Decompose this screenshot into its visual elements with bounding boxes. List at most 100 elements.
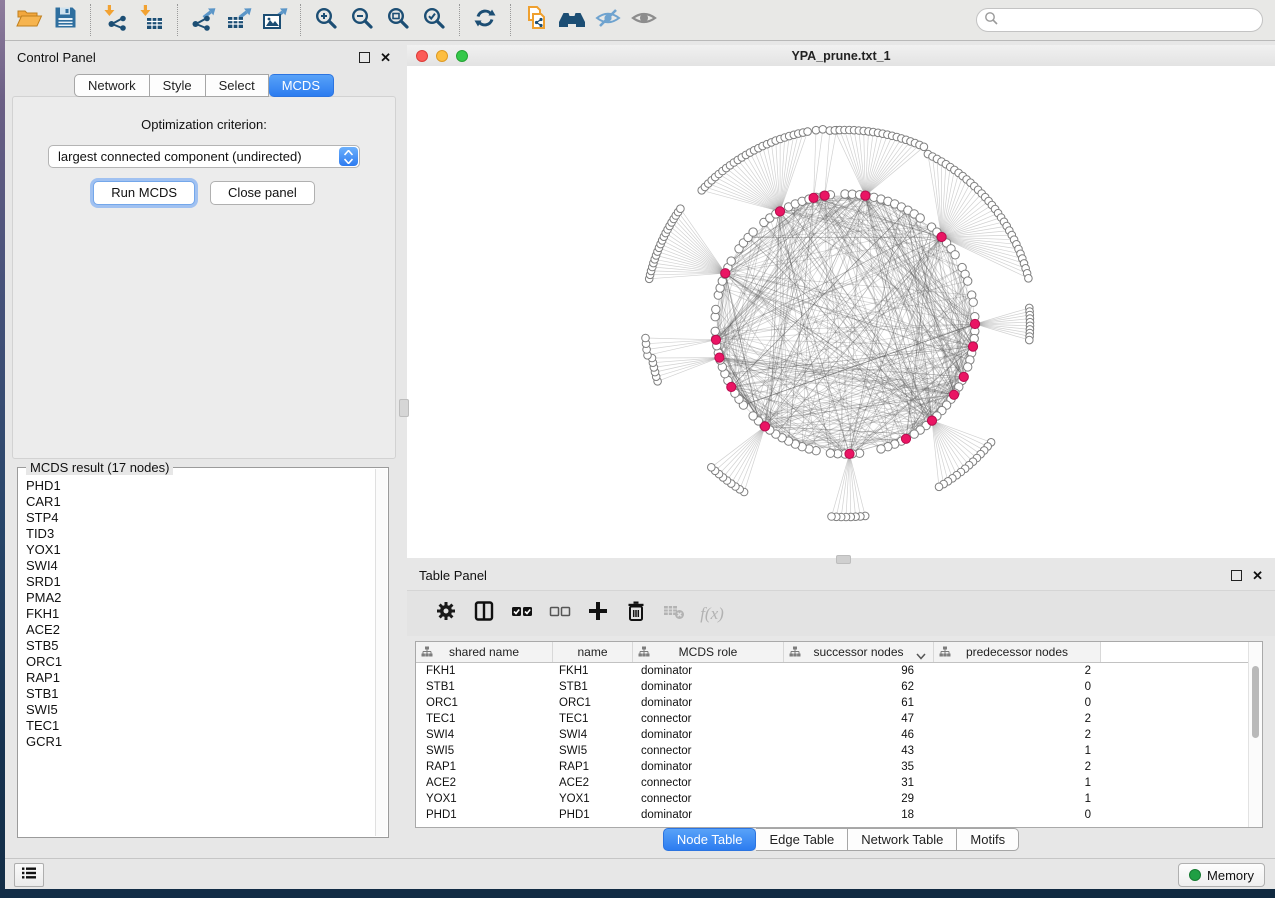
graph-node[interactable] [804,128,812,136]
graph-node[interactable] [964,277,972,285]
graph-node[interactable] [964,363,972,371]
table-row[interactable]: STB1STB1dominator620 [416,679,1262,695]
graph-node[interactable] [969,298,977,306]
scrollbar-thumb[interactable] [1252,666,1259,738]
run-mcds-button[interactable]: Run MCDS [93,181,195,205]
graph-hub-node[interactable] [901,434,910,443]
list-item[interactable]: SWI4 [26,558,375,574]
list-item[interactable]: ORC1 [26,654,375,670]
import-network-button[interactable] [98,3,134,37]
open-file-button[interactable] [11,3,47,37]
graph-hub-node[interactable] [809,193,818,202]
zoom-in-button[interactable] [308,3,344,37]
column-header-name[interactable]: name [553,642,633,662]
list-item[interactable]: RAP1 [26,670,375,686]
table-row[interactable]: SWI5SWI5connector431 [416,743,1262,759]
graph-node[interactable] [920,143,928,151]
table-row[interactable]: TEC1TEC1connector472 [416,711,1262,727]
table-row[interactable]: SWI4SWI4dominator462 [416,727,1262,743]
search-input[interactable] [976,8,1263,32]
network-graph[interactable] [407,66,1275,558]
hide-selected-button[interactable] [590,3,626,37]
column-header-mcds-role[interactable]: MCDS role [633,642,784,662]
chevron-down-icon[interactable] [916,649,926,663]
mcds-list-scrollbar[interactable] [375,469,387,836]
graph-hub-node[interactable] [721,269,730,278]
graph-node[interactable] [708,464,716,472]
find-neighbors-button[interactable] [554,3,590,37]
table-row[interactable]: ORC1ORC1dominator610 [416,695,1262,711]
column-header-successor-nodes[interactable]: successor nodes [784,642,934,662]
list-item[interactable]: GCR1 [26,734,375,750]
graph-node[interactable] [642,334,650,342]
tab-node-table[interactable]: Node Table [663,828,757,851]
graph-hub-node[interactable] [937,232,946,241]
graph-hub-node[interactable] [711,335,720,344]
graph-node[interactable] [1025,275,1033,283]
list-item[interactable]: SWI5 [26,702,375,718]
zoom-fit-button[interactable] [380,3,416,37]
table-row[interactable]: PHD1PHD1dominator180 [416,807,1262,823]
import-table-button[interactable] [134,3,170,37]
tab-style[interactable]: Style [150,74,206,97]
list-item[interactable]: PHD1 [26,478,375,494]
list-item[interactable]: TEC1 [26,718,375,734]
export-network-button[interactable] [185,3,221,37]
tab-network-table[interactable]: Network Table [848,828,957,851]
graph-node[interactable] [828,513,836,521]
list-item[interactable]: CAR1 [26,494,375,510]
task-list-button[interactable] [14,863,44,887]
toggle-panes-button[interactable] [465,596,503,632]
delete-button[interactable] [617,596,655,632]
zoom-out-button[interactable] [344,3,380,37]
search-field[interactable] [1003,12,1262,28]
graph-hub-node[interactable] [927,416,936,425]
graph-hub-node[interactable] [760,422,769,431]
table-row[interactable]: RAP1RAP1dominator352 [416,759,1262,775]
graph-hub-node[interactable] [949,390,958,399]
tab-mcds[interactable]: MCDS [269,74,334,97]
graph-hub-node[interactable] [715,353,724,362]
tab-edge-table[interactable]: Edge Table [756,828,848,851]
graph-node[interactable] [826,449,834,457]
graph-hub-node[interactable] [970,319,979,328]
column-header-predecessor-nodes[interactable]: predecessor nodes [934,642,1101,662]
vertical-splitter-handle[interactable] [399,399,409,417]
list-item[interactable]: STB1 [26,686,375,702]
tab-motifs[interactable]: Motifs [957,828,1019,851]
deselect-all-button[interactable] [541,596,579,632]
graph-node[interactable] [727,257,735,265]
list-item[interactable]: STP4 [26,510,375,526]
table-row[interactable]: YOX1YOX1connector291 [416,791,1262,807]
table-scrollbar[interactable] [1248,642,1262,827]
memory-button[interactable]: Memory [1178,863,1265,887]
graph-node[interactable] [819,126,827,134]
select-all-button[interactable] [503,596,541,632]
graph-node[interactable] [916,214,924,222]
list-item[interactable]: SRD1 [26,574,375,590]
tab-network[interactable]: Network [74,74,150,97]
list-item[interactable]: STB5 [26,638,375,654]
network-canvas[interactable] [407,66,1275,558]
list-item[interactable]: ACE2 [26,622,375,638]
list-item[interactable]: PMA2 [26,590,375,606]
list-item[interactable]: TID3 [26,526,375,542]
graph-hub-node[interactable] [845,449,854,458]
graph-hub-node[interactable] [968,342,977,351]
graph-node[interactable] [749,228,757,236]
graph-node[interactable] [677,205,685,213]
show-all-button[interactable] [626,3,662,37]
close-panel-icon[interactable]: ✕ [1252,569,1263,582]
graph-node[interactable] [935,483,943,491]
graph-hub-node[interactable] [727,382,736,391]
graph-node[interactable] [951,251,959,259]
export-table-button[interactable] [221,3,257,37]
float-panel-icon[interactable] [359,52,370,63]
optimization-criterion-select[interactable]: largest connected component (undirected) [48,145,360,168]
graph-node[interactable] [1026,336,1034,344]
table-settings-button[interactable] [427,596,465,632]
graph-hub-node[interactable] [775,207,784,216]
float-panel-icon[interactable] [1231,570,1242,581]
save-session-button[interactable] [47,3,83,37]
close-panel-icon[interactable]: ✕ [380,51,391,64]
